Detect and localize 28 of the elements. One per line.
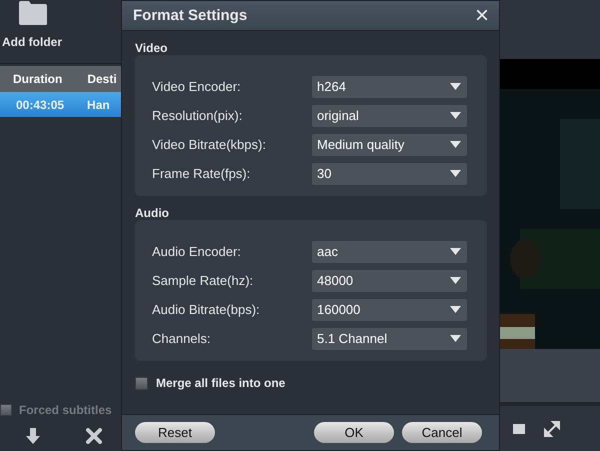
close-button[interactable]: ×: [472, 6, 491, 26]
dropdown[interactable]: 160000: [312, 298, 467, 320]
setting-label: Channels:: [152, 331, 212, 346]
checkbox-label: Forced subtitles: [19, 403, 112, 417]
dropdown[interactable]: aac: [312, 240, 467, 262]
setting-label: Sample Rate(hz):: [152, 273, 254, 288]
setting-label: Audio Bitrate(bps):: [152, 302, 261, 317]
dropdown[interactable]: Medium quality: [312, 134, 467, 156]
add-folder-button[interactable]: Add folder: [0, 0, 62, 49]
ok-button[interactable]: OK: [314, 422, 394, 443]
column-header[interactable]: Desti: [62, 72, 117, 86]
setting-label: Resolution(pix):: [152, 108, 244, 123]
dropdown[interactable]: 48000: [312, 270, 467, 292]
dropdown[interactable]: h264: [312, 76, 467, 98]
checkbox-label: Merge all files into one: [156, 376, 286, 390]
dropdown[interactable]: 30: [312, 162, 467, 184]
setting-label: Video Encoder:: [152, 79, 242, 94]
setting-label: Audio Encoder:: [152, 244, 242, 259]
group-title: Video: [135, 41, 168, 55]
group-title: Audio: [135, 206, 170, 220]
dropdown[interactable]: 5.1 Channel: [312, 328, 467, 350]
cancel-button[interactable]: Cancel: [402, 422, 482, 443]
setting-label: Video Bitrate(kbps):: [152, 137, 267, 152]
reset-button[interactable]: Reset: [135, 422, 215, 443]
setting-label: Frame Rate(fps):: [152, 166, 252, 181]
dialog-title: Format Settings: [133, 7, 248, 24]
column-header[interactable]: Duration: [0, 72, 62, 86]
dropdown[interactable]: original: [312, 104, 467, 126]
